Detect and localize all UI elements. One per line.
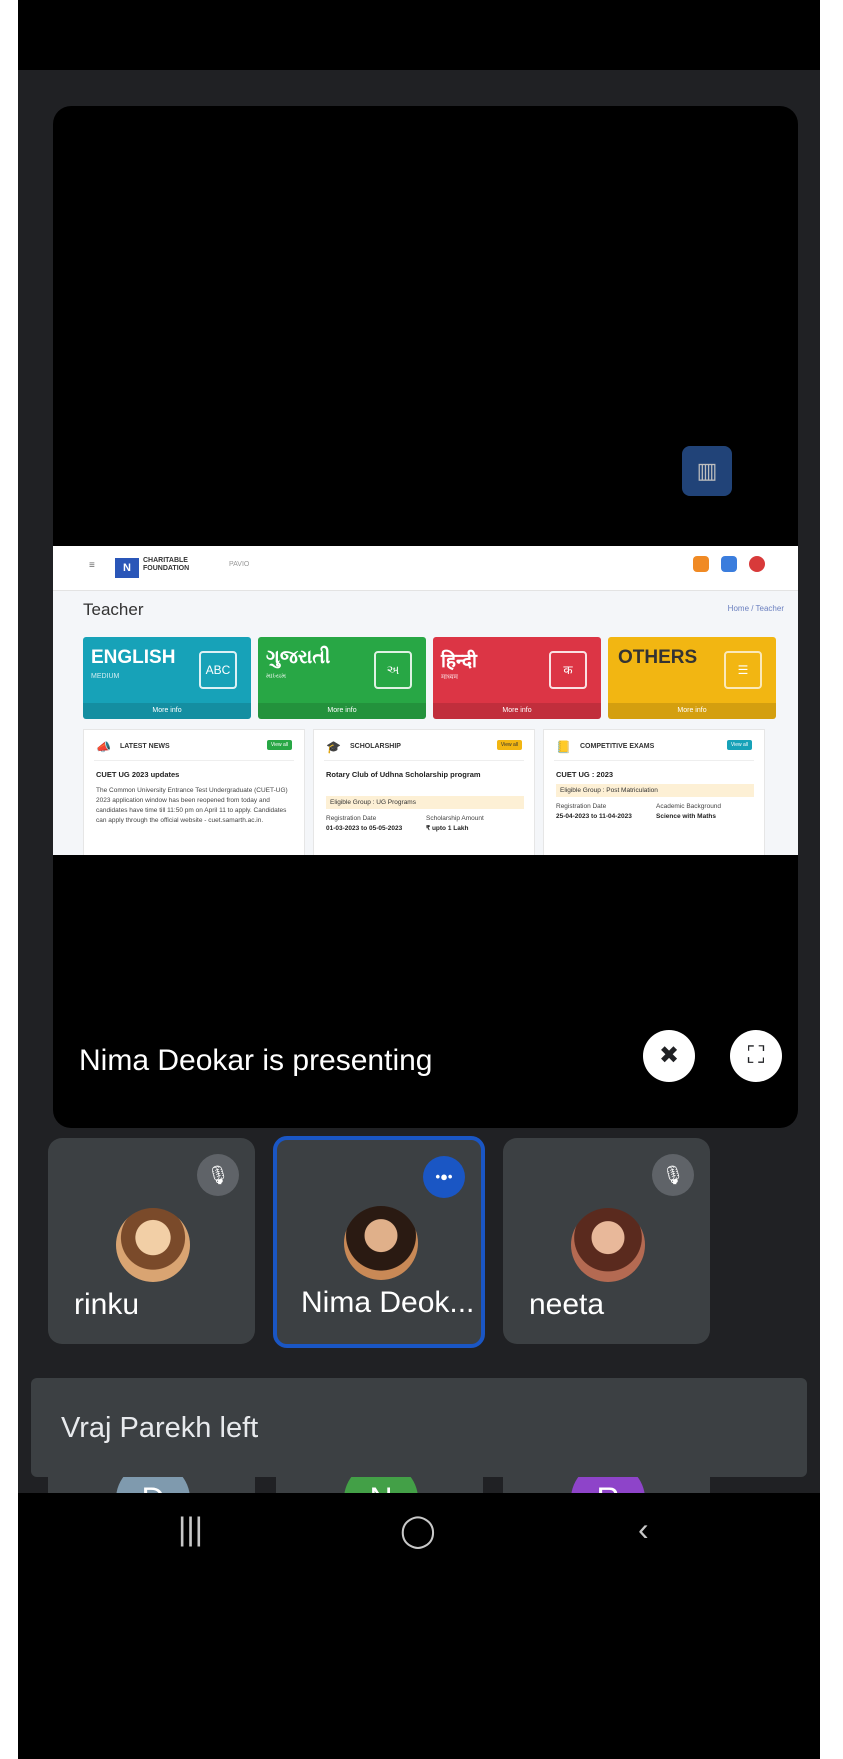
view-all-badge: View all bbox=[496, 740, 522, 750]
participant-tile-rinku[interactable]: 🎙 rinku bbox=[48, 1138, 255, 1344]
document-icon: 📒 bbox=[556, 740, 571, 754]
topbar-search-text: PAVIO bbox=[229, 561, 250, 568]
view-all-badge: View all bbox=[266, 740, 292, 750]
category-card-hindi: हिन्दी माध्यम क More info bbox=[433, 637, 601, 719]
background-label: Academic Background bbox=[656, 803, 722, 810]
presentation-stage[interactable]: ≡ N CHARITABLE FOUNDATION PAVIO Teacher … bbox=[53, 106, 798, 1128]
panel-title: COMPETITIVE EXAMS bbox=[580, 743, 655, 750]
status-bar bbox=[18, 0, 820, 70]
snackbar-toast: Vraj Parekh left bbox=[31, 1378, 807, 1477]
participant-name: neeta bbox=[529, 1288, 605, 1321]
menu-icon: ≡ bbox=[89, 560, 95, 571]
apps-icon bbox=[721, 556, 737, 572]
scholarship-amount: Scholarship Amount ₹ upto 1 Lakh bbox=[426, 814, 516, 834]
panel-title: LATEST NEWS bbox=[120, 743, 170, 750]
panel-header: 📣 LATEST NEWS View all bbox=[94, 738, 294, 761]
registration-label: Registration Date bbox=[556, 803, 607, 810]
competitive-exams-panel: 📒 COMPETITIVE EXAMS View all CUET UG : 2… bbox=[543, 729, 765, 855]
list-icon: ☰ bbox=[724, 651, 762, 689]
mic-off-icon: 🎙 bbox=[197, 1154, 239, 1196]
category-card-gujarati: ગુજરાતી માધ્યમ અ More info bbox=[258, 637, 426, 719]
megaphone-icon: 📣 bbox=[96, 740, 111, 754]
logo-text: CHARITABLE FOUNDATION bbox=[143, 557, 190, 572]
panel-header: 📒 COMPETITIVE EXAMS View all bbox=[554, 738, 754, 761]
category-subtitle: માધ્યમ bbox=[266, 673, 287, 680]
category-subtitle: माध्यम bbox=[441, 674, 458, 681]
category-title: OTHERS bbox=[618, 647, 698, 668]
logo: N bbox=[115, 558, 139, 578]
academic-background: Academic Background Science with Maths bbox=[656, 802, 746, 822]
registration-value: 25-04-2023 to 11-04-2023 bbox=[556, 813, 632, 820]
registration-date: Registration Date 25-04-2023 to 11-04-20… bbox=[556, 802, 646, 822]
letter-blocks-icon: क bbox=[549, 651, 587, 689]
back-button[interactable]: ‹ bbox=[638, 1511, 649, 1548]
registration-date: Registration Date 01-03-2023 to 05-05-20… bbox=[326, 814, 416, 834]
abc-blocks-icon: ABC bbox=[199, 651, 237, 689]
unpin-button[interactable]: ✖ bbox=[643, 1030, 695, 1082]
category-card-others: OTHERS ☰ More info bbox=[608, 637, 776, 719]
presenting-label: Nima Deokar is presenting bbox=[79, 1044, 433, 1077]
unpin-icon: ✖ bbox=[658, 1042, 680, 1069]
news-headline: CUET UG 2023 updates bbox=[96, 770, 180, 779]
notification-icon bbox=[693, 556, 709, 572]
panel-header: 🎓 SCHOLARSHIP View all bbox=[324, 738, 524, 761]
fullscreen-icon: ⛶ bbox=[747, 1042, 765, 1069]
shared-topbar: ≡ N CHARITABLE FOUNDATION PAVIO bbox=[53, 546, 798, 591]
home-button[interactable]: ◯ bbox=[400, 1511, 436, 1549]
avatar bbox=[116, 1208, 190, 1282]
registration-value: 01-03-2023 to 05-05-2023 bbox=[326, 825, 403, 832]
page-title: Teacher bbox=[83, 600, 144, 619]
breadcrumb: Home / Teacher bbox=[727, 604, 784, 613]
letter-blocks-icon: અ bbox=[374, 651, 412, 689]
latest-news-panel: 📣 LATEST NEWS View all CUET UG 2023 upda… bbox=[83, 729, 305, 855]
panel-title: SCHOLARSHIP bbox=[350, 743, 401, 750]
category-title: ENGLISH bbox=[91, 647, 176, 668]
participant-tile-neeta[interactable]: 🎙 neeta bbox=[503, 1138, 710, 1344]
category-card-english: ENGLISH MEDIUM ABC More info bbox=[83, 637, 251, 719]
system-navigation-bar: ||| ◯ ‹ bbox=[18, 1493, 820, 1759]
avatar bbox=[344, 1206, 418, 1280]
category-title: ગુજરાતી bbox=[266, 647, 331, 668]
registration-label: Registration Date bbox=[326, 815, 377, 822]
scholarship-panel: 🎓 SCHOLARSHIP View all Rotary Club of Ud… bbox=[313, 729, 535, 855]
category-footer: More info bbox=[83, 703, 251, 719]
category-title: हिन्दी bbox=[441, 651, 477, 672]
eligibility-row: Eligible Group : UG Programs bbox=[326, 796, 524, 809]
category-footer: More info bbox=[258, 703, 426, 719]
eligibility-row: Eligible Group : Post Matriculation bbox=[556, 784, 754, 797]
fullscreen-button[interactable]: ⛶ bbox=[730, 1030, 782, 1082]
profile-icon bbox=[749, 556, 765, 572]
scholarship-headline: Rotary Club of Udhna Scholarship program bbox=[326, 770, 481, 779]
toast-message: Vraj Parekh left bbox=[61, 1412, 259, 1444]
category-subtitle: MEDIUM bbox=[91, 673, 120, 680]
recents-button[interactable]: ||| bbox=[178, 1511, 203, 1548]
meet-screen: ≡ N CHARITABLE FOUNDATION PAVIO Teacher … bbox=[18, 0, 820, 1759]
participant-tile-nima[interactable]: •●• Nima Deok... bbox=[273, 1136, 485, 1348]
graduation-cap-icon: 🎓 bbox=[326, 740, 341, 754]
avatar bbox=[571, 1208, 645, 1282]
participant-name: rinku bbox=[74, 1288, 140, 1321]
view-all-badge: View all bbox=[726, 740, 752, 750]
speaking-icon: •●• bbox=[423, 1156, 465, 1198]
shared-screen: ≡ N CHARITABLE FOUNDATION PAVIO Teacher … bbox=[53, 546, 798, 855]
amount-value: ₹ upto 1 Lakh bbox=[426, 825, 469, 832]
background-value: Science with Maths bbox=[656, 813, 716, 820]
category-footer: More info bbox=[433, 703, 601, 719]
floating-book-icon[interactable]: ▥ bbox=[682, 446, 732, 496]
participant-name: Nima Deok... bbox=[301, 1286, 475, 1319]
mic-off-icon: 🎙 bbox=[652, 1154, 694, 1196]
category-footer: More info bbox=[608, 703, 776, 719]
news-body: The Common University Entrance Test Unde… bbox=[96, 787, 288, 824]
amount-label: Scholarship Amount bbox=[426, 815, 484, 822]
exam-headline: CUET UG : 2023 bbox=[556, 770, 614, 779]
